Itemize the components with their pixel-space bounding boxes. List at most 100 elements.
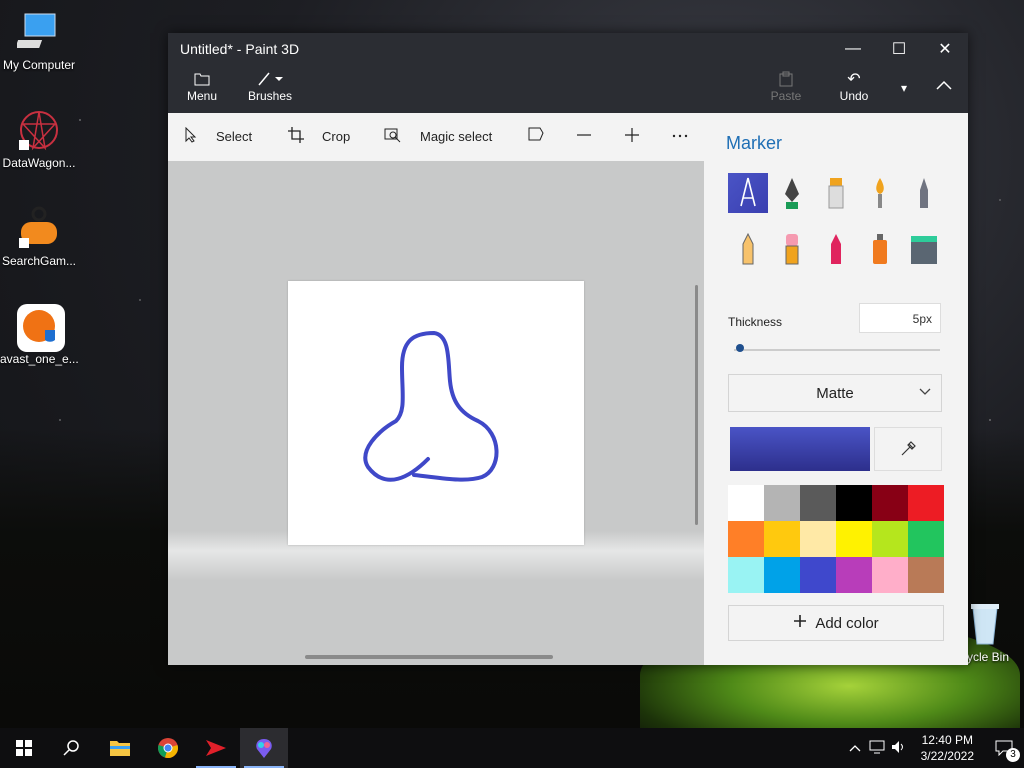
add-color-button[interactable]: Add color [728,605,944,641]
taskbar-paint3d[interactable] [240,728,288,768]
drawn-stroke [363,331,499,482]
color-swatch[interactable] [836,521,872,557]
crayon-icon [831,234,841,264]
color-swatch[interactable] [800,521,836,557]
title-bar: Untitled* - Paint 3D — ☐ ✕ [168,33,968,65]
folder-icon [180,69,224,89]
system-tray: 12:40 PM 3/22/2022 3 [849,728,1024,768]
brush-fill[interactable] [904,229,944,269]
maximize-button[interactable]: ☐ [876,33,922,65]
red-arrow-icon [206,740,226,756]
color-swatch[interactable] [872,521,908,557]
zoom-in-button[interactable] [624,127,640,146]
eyedropper-icon [901,441,916,456]
start-button[interactable] [0,728,48,768]
menu-button[interactable]: Menu [180,69,224,103]
thickness-slider[interactable] [734,349,940,351]
paste-button[interactable]: Paste [766,69,806,103]
color-swatch[interactable] [836,557,872,593]
pixel-pen-icon [920,178,928,208]
color-swatch[interactable] [800,485,836,521]
chrome-icon [158,738,178,758]
panel-title: Marker [726,133,783,153]
color-swatch[interactable] [908,485,944,521]
plus-icon [793,614,807,632]
color-swatch[interactable] [728,521,764,557]
taskbar-file-explorer[interactable] [96,728,144,768]
volume-icon[interactable] [891,740,907,757]
clipboard-icon [766,69,806,89]
brushes-button[interactable]: Brushes [244,69,296,103]
gamepad-icon [17,206,61,250]
search-icon [63,740,79,756]
desktop-icon-avast[interactable]: avast_one_e... [0,304,78,366]
vertical-scrollbar[interactable] [695,285,698,525]
undo-button[interactable]: ↶ Undo [834,69,874,103]
avast-icon [17,304,65,352]
canvas-toolbar: Select Crop Magic select [168,113,704,161]
computer-icon [15,10,61,54]
brush-panel: Marker Thickness 5px Matte Add color [704,113,968,665]
history-dropdown-button[interactable]: ▾ [892,81,916,95]
chevron-down-icon [919,385,931,399]
paint3d-icon [256,739,272,758]
color-swatch[interactable] [764,485,800,521]
color-swatch[interactable] [728,485,764,521]
crop-tool[interactable]: Crop [288,127,350,146]
brush-pixel-pen[interactable] [904,173,944,213]
desktop-icon-datawagon[interactable]: DataWagon... [0,108,78,170]
minus-icon [576,127,592,146]
drawing-canvas[interactable] [288,281,584,545]
color-swatch[interactable] [764,557,800,593]
color-swatch[interactable] [872,557,908,593]
brush-crayon[interactable] [816,229,856,269]
thickness-label: Thickness [728,315,783,329]
thickness-input[interactable]: 5px [859,303,941,333]
select-tool[interactable]: Select [184,126,252,146]
zoom-out-button[interactable] [576,127,592,146]
brush-watercolor[interactable] [860,173,900,213]
desktop-icon-my-computer[interactable]: My Computer [0,10,78,72]
notification-count-badge: 3 [1006,748,1020,762]
color-swatch[interactable] [872,485,908,521]
network-icon[interactable] [869,740,885,757]
cursor-icon [184,126,198,146]
marker-icon [740,177,756,207]
color-swatch[interactable] [728,557,764,593]
chevron-up-icon [930,79,958,93]
flag-icon [528,127,544,144]
close-button[interactable]: ✕ [922,33,968,65]
magic-select-icon [384,127,402,146]
paint3d-window: Untitled* - Paint 3D — ☐ ✕ Menu Brushes … [168,33,968,665]
color-swatch[interactable] [908,521,944,557]
minimize-button[interactable]: — [830,33,876,65]
brush-calligraphy-pen[interactable] [772,173,812,213]
color-swatch[interactable] [800,557,836,593]
workspace[interactable] [168,161,704,665]
collapse-ribbon-button[interactable] [930,79,958,93]
brush-marker[interactable] [728,173,768,213]
magic-select-tool[interactable]: Magic select [384,127,492,146]
brush-eraser[interactable] [772,229,812,269]
clock[interactable]: 12:40 PM 3/22/2022 [921,732,974,764]
color-swatch[interactable] [764,521,800,557]
taskbar-chrome[interactable] [144,728,192,768]
brush-spray-can[interactable] [860,229,900,269]
current-color-swatch[interactable] [730,427,870,471]
finish-dropdown[interactable]: Matte [728,374,942,412]
search-button[interactable] [48,728,96,768]
3d-view-button[interactable] [528,127,544,144]
desktop-icon-searchgam[interactable]: SearchGam... [0,206,78,268]
spray-can-icon [873,234,887,264]
eyedropper-button[interactable] [874,427,942,471]
color-swatch[interactable] [836,485,872,521]
color-swatch[interactable] [908,557,944,593]
brush-oil[interactable] [816,173,856,213]
brush-pencil[interactable] [728,229,768,269]
action-center-button[interactable]: 3 [984,728,1024,768]
chevron-up-icon[interactable] [849,741,861,755]
more-options-button[interactable] [672,127,688,142]
window-title: Untitled* - Paint 3D [180,41,300,57]
horizontal-scrollbar[interactable] [305,655,553,659]
taskbar-red-app[interactable] [192,728,240,768]
